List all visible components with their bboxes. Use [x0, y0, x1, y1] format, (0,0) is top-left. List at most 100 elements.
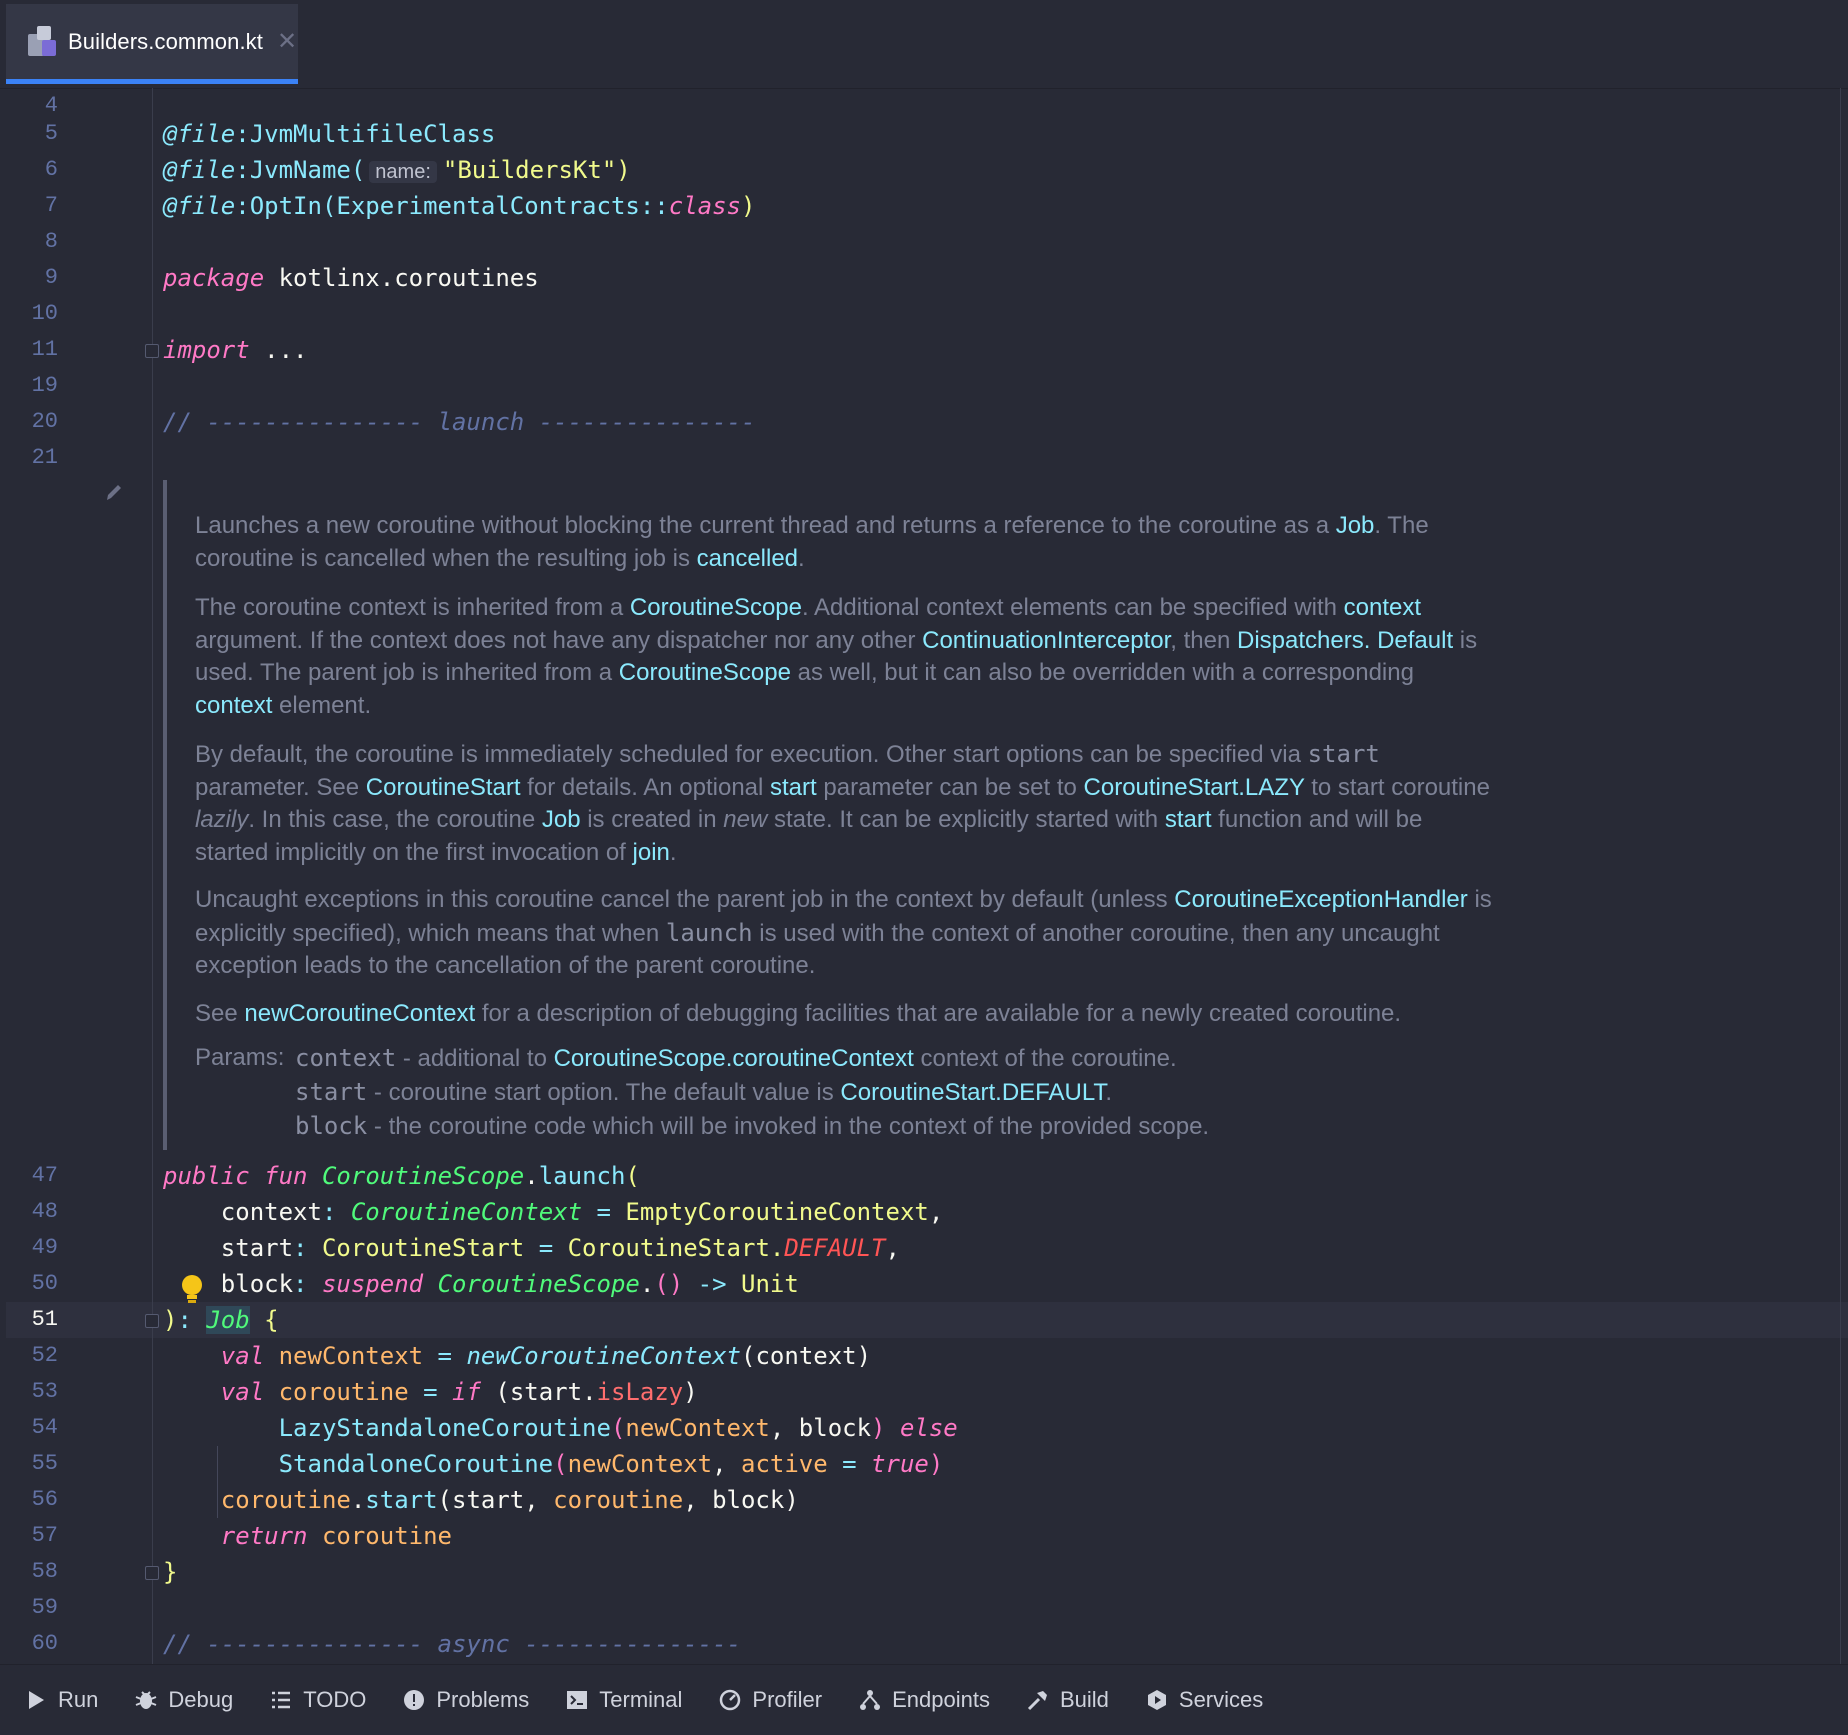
line-number: 11: [31, 337, 58, 362]
kotlin-file-icon: [28, 25, 58, 58]
file-tab-title: Builders.common.kt: [68, 28, 263, 54]
line-number: 9: [44, 265, 58, 290]
todo-icon: [272, 1691, 291, 1709]
code-line-53[interactable]: val coroutine = if (start.isLazy): [163, 1374, 698, 1410]
run-icon: [29, 1691, 44, 1709]
doc-param-start: start - coroutine start option. The defa…: [295, 1078, 1113, 1106]
doc-paragraph-1: Launches a new coroutine without blockin…: [195, 512, 1429, 572]
code-line-47[interactable]: public fun CoroutineScope.launch(: [163, 1158, 640, 1194]
line-number: 57: [31, 1523, 58, 1548]
code-line-11[interactable]: import ...: [163, 332, 308, 368]
tool-build[interactable]: Build: [1026, 1687, 1109, 1713]
current-line-highlight: [6, 1302, 1848, 1338]
code-line-54[interactable]: LazyStandaloneCoroutine(newContext, bloc…: [163, 1410, 958, 1446]
code-line-7[interactable]: @file:OptIn(ExperimentalContracts::class…: [163, 188, 755, 224]
code-line-55[interactable]: StandaloneCoroutine(newContext, active =…: [163, 1446, 944, 1482]
tool-profiler[interactable]: Profiler: [718, 1687, 822, 1713]
code-line-48[interactable]: context: CoroutineContext = EmptyCorouti…: [163, 1194, 944, 1230]
doc-link[interactable]: Job: [1336, 512, 1375, 539]
doc-link[interactable]: CoroutineStart.LAZY: [1084, 774, 1305, 801]
doc-link[interactable]: Job: [542, 806, 581, 833]
code-line-6[interactable]: @file:JvmName(name: "BuildersKt"): [163, 152, 631, 190]
fold-marker[interactable]: [145, 1566, 159, 1580]
doc-link[interactable]: CoroutineScope.coroutineContext: [554, 1045, 914, 1072]
doc-link[interactable]: join: [633, 839, 670, 866]
doc-link[interactable]: CoroutineScope: [619, 659, 791, 686]
doc-link[interactable]: newCoroutineContext: [244, 1000, 475, 1027]
doc-paragraph-4: Uncaught exceptions in this coroutine ca…: [195, 886, 1492, 979]
code-line-20[interactable]: // --------------- launch --------------…: [163, 404, 755, 440]
tool-todo[interactable]: TODO: [269, 1687, 366, 1713]
doc-link[interactable]: ContinuationInterceptor: [922, 627, 1170, 654]
doc-param-block: block - the coroutine code which will be…: [295, 1112, 1210, 1140]
doc-link[interactable]: Default: [1377, 627, 1453, 654]
edit-doc-icon[interactable]: [104, 480, 124, 504]
build-icon: [1027, 1691, 1047, 1711]
line-number: 8: [44, 229, 58, 254]
line-number: 59: [31, 1595, 58, 1620]
doc-link[interactable]: CoroutineStart.DEFAULT: [840, 1079, 1105, 1106]
doc-link[interactable]: CoroutineExceptionHandler: [1174, 886, 1468, 913]
code-line-51[interactable]: ): Job {: [163, 1302, 279, 1338]
line-number: 49: [31, 1235, 58, 1260]
code-line-5[interactable]: @file:JvmMultifileClass: [163, 116, 495, 152]
close-tab-icon[interactable]: ✕: [277, 27, 297, 56]
line-number: 52: [31, 1343, 58, 1368]
fold-marker[interactable]: [145, 1314, 159, 1328]
line-number: 56: [31, 1487, 58, 1512]
doc-paragraph-5: See newCoroutineContext for a descriptio…: [195, 1000, 1402, 1027]
line-number: 53: [31, 1379, 58, 1404]
endpoints-icon: [860, 1690, 881, 1710]
line-number: 48: [31, 1199, 58, 1224]
editor-tab-bar: Builders.common.kt ✕: [0, 0, 1848, 89]
code-line-58[interactable]: }: [163, 1554, 177, 1590]
code-line-56[interactable]: coroutine.start(start, coroutine, block): [163, 1482, 799, 1518]
services-icon: [1147, 1690, 1166, 1710]
tool-problems[interactable]: Problems: [402, 1687, 529, 1713]
line-number: 50: [31, 1271, 58, 1296]
code-line-57[interactable]: return coroutine: [163, 1518, 452, 1554]
line-number: 60: [31, 1631, 58, 1656]
doc-paragraph-2: The coroutine context is inherited from …: [195, 594, 1478, 719]
code-line-9[interactable]: package kotlinx.coroutines: [163, 260, 539, 296]
gutter-divider: [152, 88, 153, 1664]
line-number: 47: [31, 1163, 58, 1188]
doc-link[interactable]: CoroutineScope: [630, 594, 802, 621]
parameter-hint: name:: [369, 161, 437, 183]
code-line-50[interactable]: block: suspend CoroutineScope.() -> Unit: [163, 1266, 799, 1302]
tool-debug[interactable]: Debug: [134, 1687, 233, 1713]
line-number: 5: [44, 121, 58, 146]
doc-param-context: context - additional to CoroutineScope.c…: [295, 1044, 1177, 1072]
tool-run[interactable]: Run: [24, 1687, 98, 1713]
line-number: 58: [31, 1559, 58, 1584]
line-number: 21: [31, 445, 58, 470]
terminal-icon: [567, 1691, 588, 1709]
code-line-49[interactable]: start: CoroutineStart = CoroutineStart.D…: [163, 1230, 900, 1266]
line-number: 55: [31, 1451, 58, 1476]
doc-link[interactable]: Dispatchers.: [1237, 627, 1370, 654]
doc-link[interactable]: context: [1344, 594, 1421, 621]
doc-link[interactable]: context: [195, 692, 272, 719]
line-number: 6: [44, 157, 58, 182]
file-tab[interactable]: Builders.common.kt ✕: [6, 4, 298, 84]
tool-endpoints[interactable]: Endpoints: [858, 1687, 990, 1713]
line-number: 54: [31, 1415, 58, 1440]
doc-link[interactable]: start: [1165, 806, 1212, 833]
doc-link[interactable]: start: [770, 774, 817, 801]
doc-link[interactable]: CoroutineStart: [366, 774, 521, 801]
doc-link[interactable]: cancelled: [697, 545, 798, 572]
code-line-52[interactable]: val newContext = newCoroutineContext(con…: [163, 1338, 871, 1374]
line-number: 10: [31, 301, 58, 326]
fold-marker[interactable]: [145, 344, 159, 358]
line-number: 7: [44, 193, 58, 218]
code-line-60[interactable]: // --------------- async ---------------: [163, 1626, 741, 1662]
code-editor[interactable]: 4 5 6 7 8 9 10 11 19 20 21 47 48 49 50 5…: [0, 88, 1848, 1664]
editor-right-margin: [1840, 88, 1841, 1664]
line-number: 19: [31, 373, 58, 398]
profiler-icon: [720, 1689, 741, 1711]
line-number-current: 51: [31, 1307, 58, 1332]
tool-terminal[interactable]: Terminal: [565, 1687, 682, 1713]
tool-services[interactable]: Services: [1145, 1687, 1263, 1713]
doc-paragraph-3: By default, the coroutine is immediately…: [195, 740, 1490, 866]
problems-icon: [404, 1690, 425, 1710]
